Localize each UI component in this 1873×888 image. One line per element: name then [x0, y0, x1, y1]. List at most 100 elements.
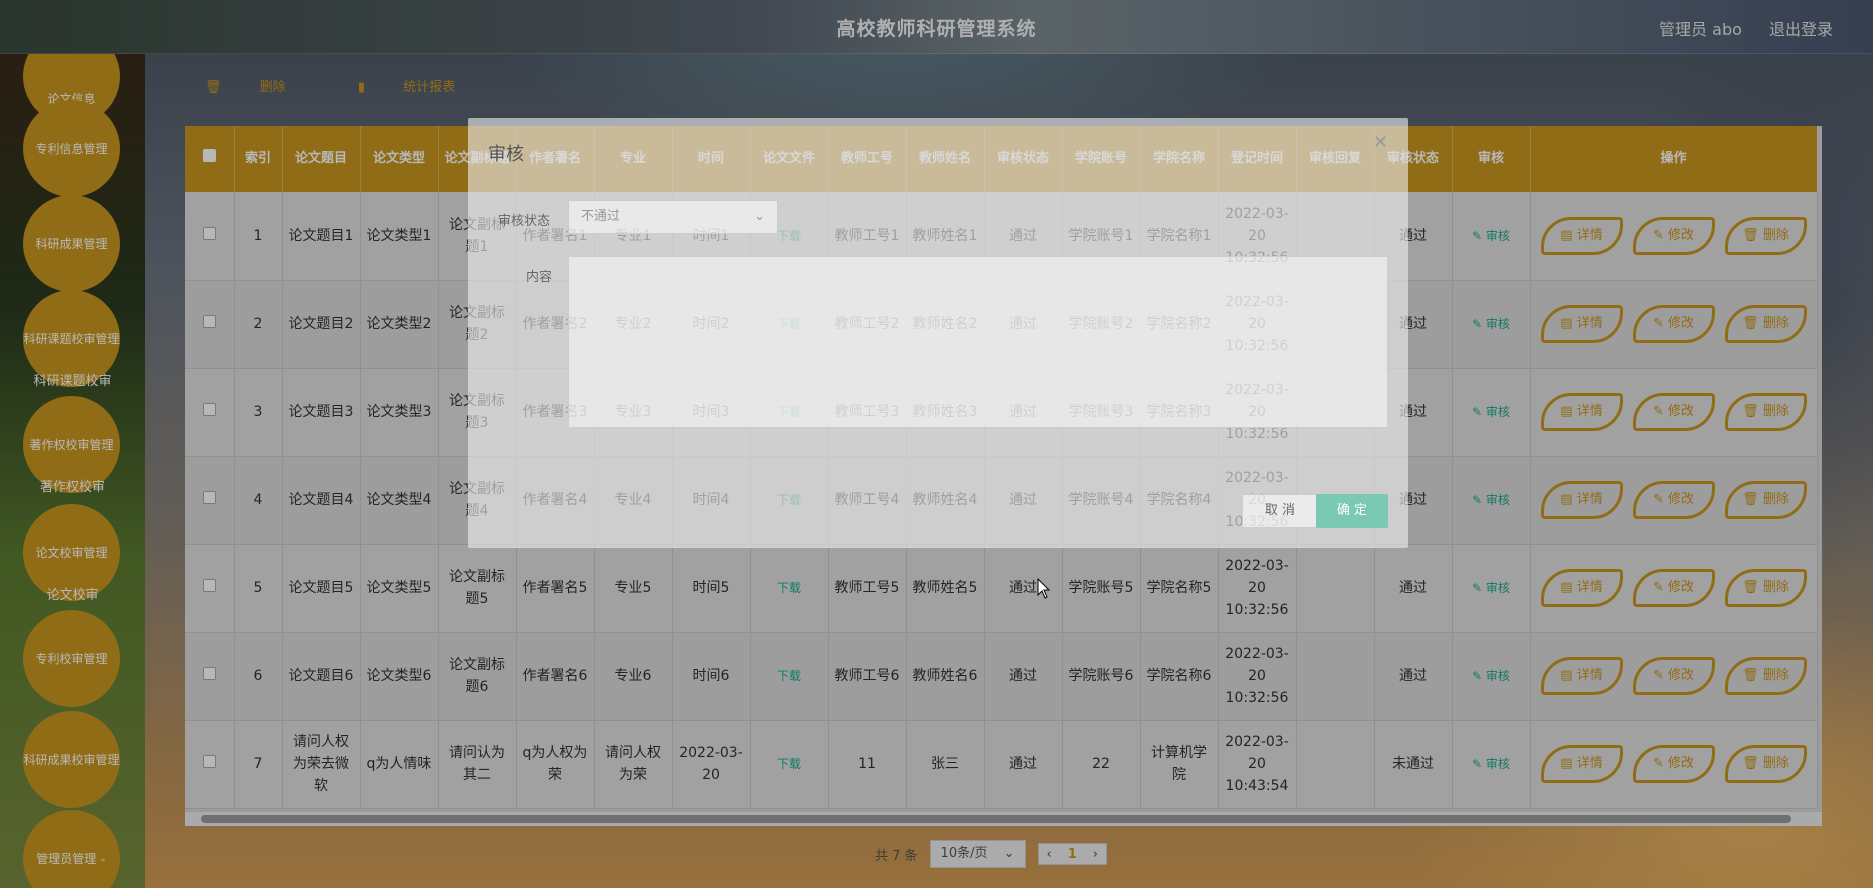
- edit-button[interactable]: ✎ 修改: [1632, 305, 1715, 343]
- app-title: 高校教师科研管理系统: [836, 18, 1037, 40]
- delete-icon: 🗑: [1742, 668, 1763, 683]
- confirm-button[interactable]: 确 定: [1316, 494, 1388, 528]
- edit-icon: ✎: [1472, 669, 1486, 683]
- horizontal-scrollbar[interactable]: [185, 812, 1822, 826]
- sidebar-subtext-copyright-audit[interactable]: 著作权校审: [0, 476, 145, 495]
- total-count: 共 7 条: [875, 848, 918, 864]
- download-link[interactable]: 下载: [777, 757, 801, 771]
- detail-button[interactable]: ▤ 详情: [1540, 216, 1623, 255]
- toolbar: 🗑 删除 ▮ 统计报表: [205, 76, 523, 95]
- page-size-select[interactable]: 10条/页 ⌄: [929, 840, 1026, 868]
- edit-button[interactable]: ✎ 修改: [1632, 216, 1715, 255]
- row-checkbox[interactable]: [202, 491, 216, 504]
- edit-button[interactable]: ✎ 修改: [1632, 393, 1715, 431]
- close-icon[interactable]: ✕: [1373, 132, 1388, 153]
- sidebar-item-patent[interactable]: 专利信息管理: [23, 100, 120, 197]
- cell-file: 下载: [750, 720, 829, 809]
- detail-button[interactable]: ▤ 详情: [1540, 393, 1623, 431]
- cell-type: 论文类型1: [360, 192, 439, 281]
- audit-link[interactable]: ✎ 审核: [1472, 581, 1510, 595]
- audit-label: 审核: [1485, 228, 1510, 243]
- current-page[interactable]: 1: [1068, 847, 1077, 862]
- user-area: 管理员 abo 退出登录: [1637, 16, 1833, 40]
- delete-button[interactable]: 🗑 删除: [1724, 745, 1807, 783]
- detail-icon: ▤: [1560, 227, 1577, 243]
- delete-icon: 🗑: [1742, 404, 1763, 419]
- content-textarea[interactable]: [568, 256, 1388, 428]
- sidebar-item-patent-audit[interactable]: 专利校审管理: [23, 610, 120, 707]
- audit-link[interactable]: ✎ 审核: [1472, 229, 1510, 243]
- row-checkbox[interactable]: [202, 403, 216, 416]
- checkbox-cell: [185, 456, 235, 545]
- row-checkbox[interactable]: [202, 226, 216, 240]
- detail-button[interactable]: ▤ 详情: [1540, 305, 1623, 343]
- delete-button[interactable]: 🗑 删除: [1724, 305, 1807, 343]
- sidebar-subtext-paper-audit[interactable]: 论文校审: [0, 584, 145, 603]
- cell-audit: ✎ 审核: [1452, 632, 1531, 721]
- audit-link[interactable]: ✎ 审核: [1472, 669, 1510, 683]
- row-checkbox[interactable]: [202, 755, 216, 768]
- sidebar: 论文信息 专利信息管理 科研成果管理 科研课题校审管理 科研课题校审 著作权校审…: [0, 54, 145, 888]
- cancel-button[interactable]: 取 消: [1242, 494, 1318, 528]
- audit-link[interactable]: ✎ 审核: [1472, 757, 1510, 771]
- detail-button[interactable]: ▤ 详情: [1540, 569, 1623, 607]
- column-header: 操作: [1530, 126, 1818, 192]
- sidebar-item-achievement-audit[interactable]: 科研成果校审管理: [23, 711, 120, 808]
- logout-link[interactable]: 退出登录: [1769, 20, 1833, 39]
- delete-button[interactable]: 🗑 删除: [1724, 657, 1807, 695]
- row-checkbox[interactable]: [202, 579, 216, 592]
- cell-type: 论文类型5: [360, 544, 439, 633]
- download-link[interactable]: 下载: [777, 669, 801, 683]
- sidebar-item-admin[interactable]: 管理员管理 ⌄: [23, 810, 120, 888]
- next-page-icon[interactable]: ›: [1093, 847, 1098, 862]
- audit-link[interactable]: ✎ 审核: [1472, 405, 1510, 419]
- delete-label: 删除: [1762, 580, 1789, 595]
- detail-label: 详情: [1576, 316, 1603, 331]
- delete-button[interactable]: 🗑 删除: [1724, 481, 1807, 519]
- row-checkbox[interactable]: [202, 315, 216, 328]
- edit-button[interactable]: ✎ 修改: [1632, 657, 1715, 695]
- table-row: 7 请问人权为荣去微软 q为人情味 请问认为其二 q为人权为荣 请问人权为荣 2022-03…: [185, 720, 1818, 809]
- delete-button[interactable]: 🗑 删除: [1724, 216, 1807, 255]
- edit-icon: ✎: [1472, 405, 1486, 419]
- cell-time: 时间6: [672, 632, 751, 721]
- cell-type: 论文类型2: [360, 280, 439, 369]
- cell-type: 论文类型4: [360, 456, 439, 545]
- audit-link[interactable]: ✎ 审核: [1472, 493, 1510, 507]
- sidebar-subtext-project-audit[interactable]: 科研课题校审: [0, 370, 145, 389]
- select-all-checkbox[interactable]: [202, 149, 216, 162]
- cell-actions: ▤ 详情 ✎ 修改 🗑 删除: [1530, 456, 1818, 545]
- detail-button[interactable]: ▤ 详情: [1540, 481, 1623, 519]
- sidebar-item-achievement[interactable]: 科研成果管理: [23, 195, 120, 292]
- edit-label: 修改: [1668, 492, 1695, 507]
- detail-button[interactable]: ▤ 详情: [1540, 745, 1623, 783]
- report-button[interactable]: ▮ 统计报表: [358, 80, 489, 95]
- audit-label: 审核: [1485, 317, 1510, 331]
- cell-tname: 教师姓名6: [906, 632, 985, 721]
- cell-tno: 11: [828, 720, 907, 809]
- delete-button[interactable]: 🗑 删除: [1724, 569, 1807, 607]
- cell-type: 论文类型3: [360, 368, 439, 457]
- prev-page-icon[interactable]: ‹: [1047, 847, 1052, 862]
- cell-status2: 未通过: [1374, 720, 1453, 809]
- status-select[interactable]: 不通过 ⌄: [568, 200, 778, 234]
- table-row: 5 论文题目5 论文类型5 论文副标题5 作者署名5 专业5 时间5 下载 教师工号5 教师姓名5…: [185, 544, 1818, 633]
- content-label: 内容: [526, 270, 553, 285]
- audit-link[interactable]: ✎ 审核: [1472, 317, 1510, 331]
- delete-label: 删除: [1762, 756, 1789, 771]
- detail-button[interactable]: ▤ 详情: [1540, 657, 1623, 695]
- edit-button[interactable]: ✎ 修改: [1632, 481, 1715, 519]
- delete-button[interactable]: 🗑 删除: [205, 80, 320, 95]
- edit-icon: ✎: [1652, 580, 1668, 595]
- edit-button[interactable]: ✎ 修改: [1632, 569, 1715, 607]
- edit-button[interactable]: ✎ 修改: [1632, 745, 1715, 783]
- row-checkbox[interactable]: [202, 667, 216, 680]
- scroll-thumb[interactable]: [201, 815, 1791, 823]
- download-link[interactable]: 下载: [777, 581, 801, 595]
- delete-icon: 🗑: [1742, 580, 1763, 595]
- cell-title: 论文题目4: [282, 456, 361, 545]
- delete-icon: 🗑: [1742, 492, 1763, 507]
- cell-title: 论文题目1: [282, 192, 361, 281]
- edit-label: 修改: [1668, 756, 1695, 771]
- delete-button[interactable]: 🗑 删除: [1724, 393, 1807, 431]
